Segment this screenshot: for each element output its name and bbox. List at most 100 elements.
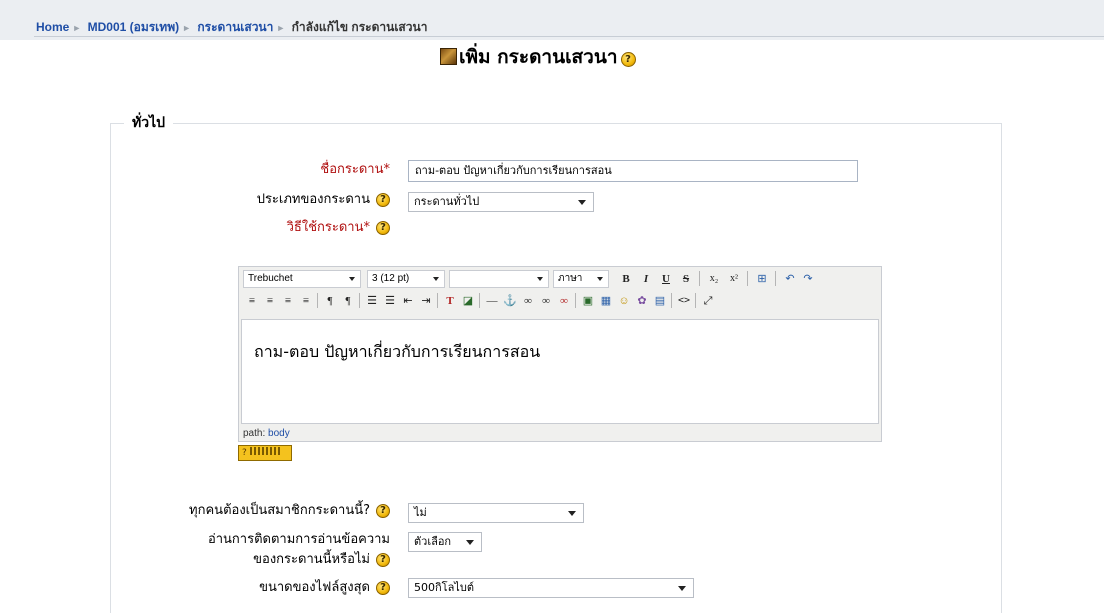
- force-subscribe-label: ทุกคนต้องเป็นสมาชิกกระดานนี้??: [189, 503, 390, 519]
- chevron-down-icon: [349, 277, 355, 281]
- fullscreen-button[interactable]: ⤢: [699, 292, 717, 310]
- font-family-select[interactable]: Trebuchet: [243, 270, 361, 288]
- toolbar-separator: [479, 293, 480, 308]
- search-replace-button[interactable]: ▤: [651, 292, 669, 310]
- forum-intro-label: วิธีใช้กระดาน*?: [287, 220, 390, 236]
- chevron-down-icon: [678, 586, 686, 591]
- horizontal-rule-button[interactable]: —: [483, 292, 501, 310]
- help-icon[interactable]: ?: [376, 220, 390, 235]
- tracking-select[interactable]: ตัวเลือก: [408, 532, 482, 552]
- forum-type-value: กระดานทั่วไป: [414, 195, 480, 208]
- tracking-label-line-1: อ่านการติดตามการอ่านข้อความ: [207, 532, 390, 547]
- required-marker: *: [363, 220, 371, 235]
- insert-image-button[interactable]: ▣: [579, 292, 597, 310]
- toolbar-separator: [747, 271, 748, 286]
- superscript-button[interactable]: x²: [725, 270, 743, 288]
- paste-word-button[interactable]: ⊞: [753, 270, 771, 288]
- max-size-label-text: ขนาดของไฟล์สูงสุด: [259, 580, 370, 595]
- bold-button[interactable]: B: [617, 270, 635, 288]
- font-size-value: 3 (12 pt): [372, 273, 410, 284]
- html-source-button[interactable]: <>: [675, 292, 693, 310]
- background-color-button[interactable]: ◪: [459, 292, 477, 310]
- chevron-down-icon: [568, 511, 576, 516]
- subscript-button[interactable]: x₂: [705, 270, 723, 288]
- toolbar-separator: [437, 293, 438, 308]
- breadcrumb: Home ► MD001 (อมรเทพ) ► กระดานเสวนา ► กำลัง…: [36, 20, 427, 34]
- anchor-button[interactable]: ⚓: [501, 292, 519, 310]
- smiley-button[interactable]: ☺: [615, 292, 633, 310]
- page-title: เพิ่ม กระดานเสวนา?: [440, 44, 636, 70]
- help-icon[interactable]: ?: [376, 192, 390, 207]
- breadcrumb-forums-link[interactable]: กระดานเสวนา: [197, 20, 273, 34]
- breadcrumb-course-link[interactable]: MD001 (อมรเทพ): [88, 20, 180, 34]
- outdent-button[interactable]: ⇤: [399, 292, 417, 310]
- language-select[interactable]: ภาษา: [553, 270, 609, 288]
- editor-help-button[interactable]: ?: [238, 445, 292, 461]
- help-icon[interactable]: ?: [376, 552, 390, 567]
- unlink-button[interactable]: ∞: [537, 292, 555, 310]
- toolbar-separator: [359, 293, 360, 308]
- forum-intro-label-row: วิธีใช้กระดาน*?: [110, 220, 390, 238]
- max-size-select[interactable]: 500กิโลไบต์: [408, 578, 694, 598]
- text-color-button[interactable]: T: [441, 292, 459, 310]
- breadcrumb-home-link[interactable]: Home: [36, 20, 69, 34]
- toolbar-separator: [671, 293, 672, 308]
- rtl-button[interactable]: ¶: [339, 292, 357, 310]
- fieldset-legend: ทั่วไป: [124, 114, 174, 132]
- forum-icon: [440, 48, 457, 65]
- required-marker: *: [383, 162, 391, 177]
- toolbar-separator: [317, 293, 318, 308]
- ltr-button[interactable]: ¶: [321, 292, 339, 310]
- justify-button[interactable]: ≡: [297, 292, 315, 310]
- force-subscribe-select[interactable]: ไม่: [408, 503, 584, 523]
- help-icon[interactable]: ?: [376, 580, 390, 595]
- link-button[interactable]: ∞: [519, 292, 537, 310]
- forum-name-input[interactable]: ถาม-ตอบ ปัญหาเกี่ยวกับการเรียนการสอน: [408, 160, 858, 182]
- chevron-down-icon: [578, 200, 586, 205]
- underline-button[interactable]: U: [657, 270, 675, 288]
- undo-button[interactable]: ↶: [781, 270, 799, 288]
- ordered-list-button[interactable]: ☰: [363, 292, 381, 310]
- help-icon[interactable]: ?: [376, 503, 390, 518]
- editor-content-area[interactable]: ถาม-ตอบ ปัญหาเกี่ยวกับการเรียนการสอน: [241, 319, 879, 424]
- page-title-text: เพิ่ม กระดานเสวนา: [459, 46, 618, 68]
- chevron-down-icon: [433, 277, 439, 281]
- help-icon[interactable]: ?: [620, 52, 636, 67]
- font-size-select[interactable]: 3 (12 pt): [367, 270, 445, 288]
- toolbar-separator: [775, 271, 776, 286]
- insert-table-button[interactable]: ▦: [597, 292, 615, 310]
- forum-intro-label-text: วิธีใช้กระดาน: [286, 220, 364, 235]
- align-right-button[interactable]: ≡: [279, 292, 297, 310]
- heading-select[interactable]: [449, 270, 549, 288]
- editor-toolbar-row-1: Trebuchet 3 (12 pt) ภาษา B I U S x₂ x² ⊞…: [241, 267, 879, 289]
- breadcrumb-current: กำลังแก้ไข กระดานเสวนา: [291, 20, 428, 34]
- align-center-button[interactable]: ≡: [261, 292, 279, 310]
- forum-type-select[interactable]: กระดานทั่วไป: [408, 192, 594, 212]
- editor-toolbar-row-2: ≡ ≡ ≡ ≡ ¶ ¶ ☰ ☰ ⇤ ⇥ T ◪ — ⚓ ∞ ∞ ∞ ▣ ▦ ☺ …: [241, 289, 879, 311]
- editor-path-body-link[interactable]: body: [268, 428, 290, 439]
- align-left-button[interactable]: ≡: [243, 292, 261, 310]
- editor-path-label: path:: [243, 428, 266, 439]
- italic-button[interactable]: I: [637, 270, 655, 288]
- nolink-button[interactable]: ∞: [555, 292, 573, 310]
- rich-text-editor: Trebuchet 3 (12 pt) ภาษา B I U S x₂ x² ⊞…: [238, 266, 882, 442]
- font-family-value: Trebuchet: [248, 273, 293, 284]
- force-subscribe-value: ไม่: [414, 506, 427, 519]
- special-char-button[interactable]: ✿: [633, 292, 651, 310]
- unordered-list-button[interactable]: ☰: [381, 292, 399, 310]
- forum-name-label-row: ชื่อกระดาน*: [110, 162, 390, 180]
- forum-name-label: ชื่อกระดาน*: [320, 162, 390, 178]
- forum-type-label: ประเภทของกระดาน?: [257, 192, 390, 208]
- navigation-divider: [34, 36, 1104, 37]
- forum-name-label-text: ชื่อกระดาน: [320, 162, 384, 177]
- redo-button[interactable]: ↷: [799, 270, 817, 288]
- max-size-label-row: ขนาดของไฟล์สูงสุด?: [110, 580, 390, 598]
- tracking-label-line-2: ของกระดานนี้หรือไม่?: [253, 552, 390, 568]
- tracking-label-row: อ่านการติดตามการอ่านข้อความ ของกระดานนี้…: [110, 532, 390, 568]
- strikethrough-button[interactable]: S: [677, 270, 695, 288]
- breadcrumb-separator: ►: [72, 23, 82, 33]
- indent-button[interactable]: ⇥: [417, 292, 435, 310]
- toolbar-separator: [699, 271, 700, 286]
- forum-type-label-text: ประเภทของกระดาน: [256, 192, 370, 207]
- chevron-down-icon: [466, 540, 474, 545]
